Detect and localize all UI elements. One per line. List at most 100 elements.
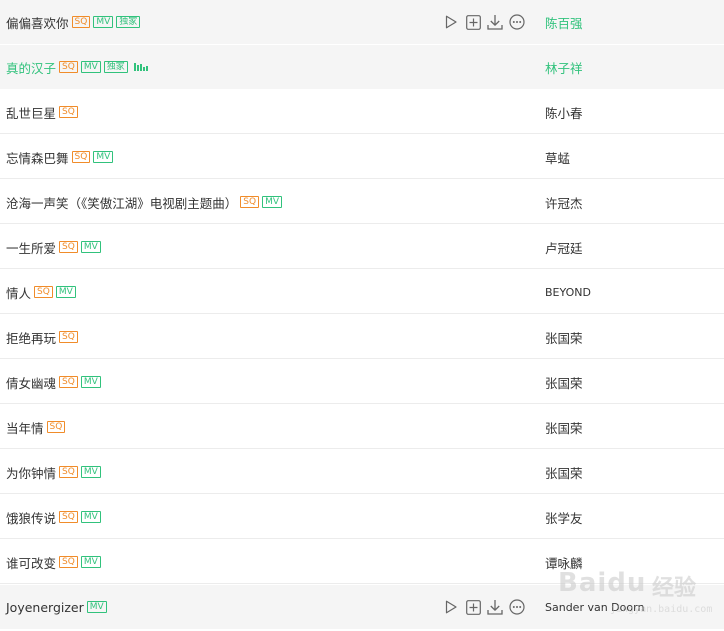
song-title[interactable]: 饿狼传说 xyxy=(6,508,56,527)
song-row[interactable]: 饿狼传说 SQ MV 张学友 xyxy=(0,495,724,539)
artist-name[interactable]: 草蜢 xyxy=(545,148,570,167)
sq-badge: SQ xyxy=(59,466,78,478)
mv-badge[interactable]: MV xyxy=(80,61,101,73)
song-title-cell: 偏偏喜欢你 SQ MV 独家 xyxy=(6,0,141,44)
sq-badge: SQ xyxy=(46,421,66,433)
song-row[interactable]: 乱世巨星 SQ 陈小春 xyxy=(0,90,724,134)
artist-name[interactable]: 卢冠廷 xyxy=(545,238,583,257)
artist-name[interactable]: 张学友 xyxy=(545,508,583,527)
mv-badge[interactable]: MV xyxy=(80,556,101,568)
sq-badge: SQ xyxy=(59,376,78,388)
song-row[interactable]: Joyenergizer MV Sander van Doorn xyxy=(0,585,724,629)
mv-badge[interactable]: MV xyxy=(55,286,76,298)
song-row[interactable]: 情人 SQ MV BEYOND xyxy=(0,270,724,314)
song-row[interactable]: 谁可改变 SQ MV 谭咏麟 xyxy=(0,540,724,584)
song-title-cell: Joyenergizer MV xyxy=(6,585,107,629)
artist-cell: 张学友 xyxy=(545,495,583,539)
sq-badge: SQ xyxy=(71,151,91,163)
sq-badge: SQ xyxy=(240,196,260,208)
mv-badge[interactable]: MV xyxy=(80,241,101,253)
song-title-cell: 忘情森巴舞 SQ MV xyxy=(6,135,114,179)
song-row[interactable]: 偏偏喜欢你 SQ MV 独家 陈百强 xyxy=(0,0,724,44)
artist-cell: 张国荣 xyxy=(545,360,583,404)
song-row[interactable]: 一生所爱 SQ MV 卢冠廷 xyxy=(0,225,724,269)
download-icon[interactable] xyxy=(487,599,503,615)
artist-name[interactable]: Sander van Doorn xyxy=(545,601,644,614)
sq-badge: SQ xyxy=(59,556,78,568)
song-title[interactable]: 倩女幽魂 xyxy=(6,373,56,392)
artist-name[interactable]: 张国荣 xyxy=(545,328,583,347)
song-row[interactable]: 拒绝再玩 SQ 张国荣 xyxy=(0,315,724,359)
song-title-cell: 拒绝再玩 SQ xyxy=(6,315,78,359)
play-icon[interactable] xyxy=(443,599,459,615)
song-title-cell: 谁可改变 SQ MV xyxy=(6,540,101,584)
song-row[interactable]: 当年情 SQ 张国荣 xyxy=(0,405,724,449)
song-title-cell: 沧海一声笑（《笑傲江湖》电视剧主题曲） SQ MV xyxy=(6,180,282,224)
song-title-cell: 情人 SQ MV xyxy=(6,270,76,314)
song-title[interactable]: 忘情森巴舞 xyxy=(6,148,69,167)
exclusive-badge: 独家 xyxy=(103,61,128,73)
mv-badge[interactable]: MV xyxy=(86,601,107,613)
more-icon[interactable] xyxy=(509,14,525,30)
artist-cell: Sander van Doorn xyxy=(545,585,644,629)
artist-cell: 张国荣 xyxy=(545,405,583,449)
artist-name[interactable]: 谭咏麟 xyxy=(545,553,583,572)
song-title[interactable]: 当年情 xyxy=(6,418,44,437)
mv-badge[interactable]: MV xyxy=(80,466,101,478)
mv-badge[interactable]: MV xyxy=(93,151,114,163)
artist-cell: 陈小春 xyxy=(545,90,583,134)
song-title[interactable]: 为你钟情 xyxy=(6,463,56,482)
mv-badge[interactable]: MV xyxy=(93,16,114,28)
exclusive-badge: 独家 xyxy=(116,16,141,28)
song-title-cell: 一生所爱 SQ MV xyxy=(6,225,101,269)
sq-badge: SQ xyxy=(59,511,78,523)
mv-badge[interactable]: MV xyxy=(80,511,101,523)
song-row[interactable]: 为你钟情 SQ MV 张国荣 xyxy=(0,450,724,494)
song-row[interactable]: 忘情森巴舞 SQ MV 草蜢 xyxy=(0,135,724,179)
artist-cell: 许冠杰 xyxy=(545,180,583,224)
sq-badge: SQ xyxy=(59,331,78,343)
add-icon[interactable] xyxy=(465,599,481,615)
song-title-cell: 乱世巨星 SQ xyxy=(6,90,78,134)
artist-name[interactable]: 张国荣 xyxy=(545,463,583,482)
song-title[interactable]: 谁可改变 xyxy=(6,553,56,572)
row-actions xyxy=(443,585,525,629)
song-row[interactable]: 沧海一声笑（《笑傲江湖》电视剧主题曲） SQ MV 许冠杰 xyxy=(0,180,724,224)
artist-cell: 张国荣 xyxy=(545,315,583,359)
song-title[interactable]: 情人 xyxy=(6,283,31,302)
row-actions xyxy=(443,0,525,44)
artist-cell: 卢冠廷 xyxy=(545,225,583,269)
artist-name[interactable]: 陈小春 xyxy=(545,103,583,122)
artist-name[interactable]: 张国荣 xyxy=(545,373,583,392)
song-title[interactable]: 乱世巨星 xyxy=(6,103,56,122)
more-icon[interactable] xyxy=(509,599,525,615)
artist-cell: 草蜢 xyxy=(545,135,570,179)
sq-badge: SQ xyxy=(59,241,78,253)
add-icon[interactable] xyxy=(465,14,481,30)
mv-badge[interactable]: MV xyxy=(262,196,282,208)
song-row-playing[interactable]: 真的汉子 SQ MV 独家 林子祥 xyxy=(0,45,724,89)
download-icon[interactable] xyxy=(487,14,503,30)
artist-name[interactable]: 陈百强 xyxy=(545,13,583,32)
artist-name[interactable]: 许冠杰 xyxy=(545,193,583,212)
artist-cell: BEYOND xyxy=(545,270,591,314)
artist-name[interactable]: 林子祥 xyxy=(545,58,583,77)
mv-badge[interactable]: MV xyxy=(80,376,101,388)
artist-name[interactable]: BEYOND xyxy=(545,286,591,299)
song-title[interactable]: 偏偏喜欢你 xyxy=(6,13,69,32)
artist-cell: 林子祥 xyxy=(545,45,583,89)
artist-name[interactable]: 张国荣 xyxy=(545,418,583,437)
sq-badge: SQ xyxy=(59,61,78,73)
sq-badge: SQ xyxy=(71,16,91,28)
song-title-cell: 真的汉子 SQ MV 独家 xyxy=(6,45,148,89)
play-icon[interactable] xyxy=(443,14,459,30)
song-title[interactable]: 沧海一声笑（《笑傲江湖》电视剧主题曲） xyxy=(6,193,237,212)
playing-indicator-icon xyxy=(133,63,148,71)
song-title[interactable]: 拒绝再玩 xyxy=(6,328,56,347)
song-row[interactable]: 倩女幽魂 SQ MV 张国荣 xyxy=(0,360,724,404)
song-title[interactable]: 一生所爱 xyxy=(6,238,56,257)
artist-cell: 张国荣 xyxy=(545,450,583,494)
song-title[interactable]: 真的汉子 xyxy=(6,58,56,77)
artist-cell: 谭咏麟 xyxy=(545,540,583,584)
song-title[interactable]: Joyenergizer xyxy=(6,600,84,615)
